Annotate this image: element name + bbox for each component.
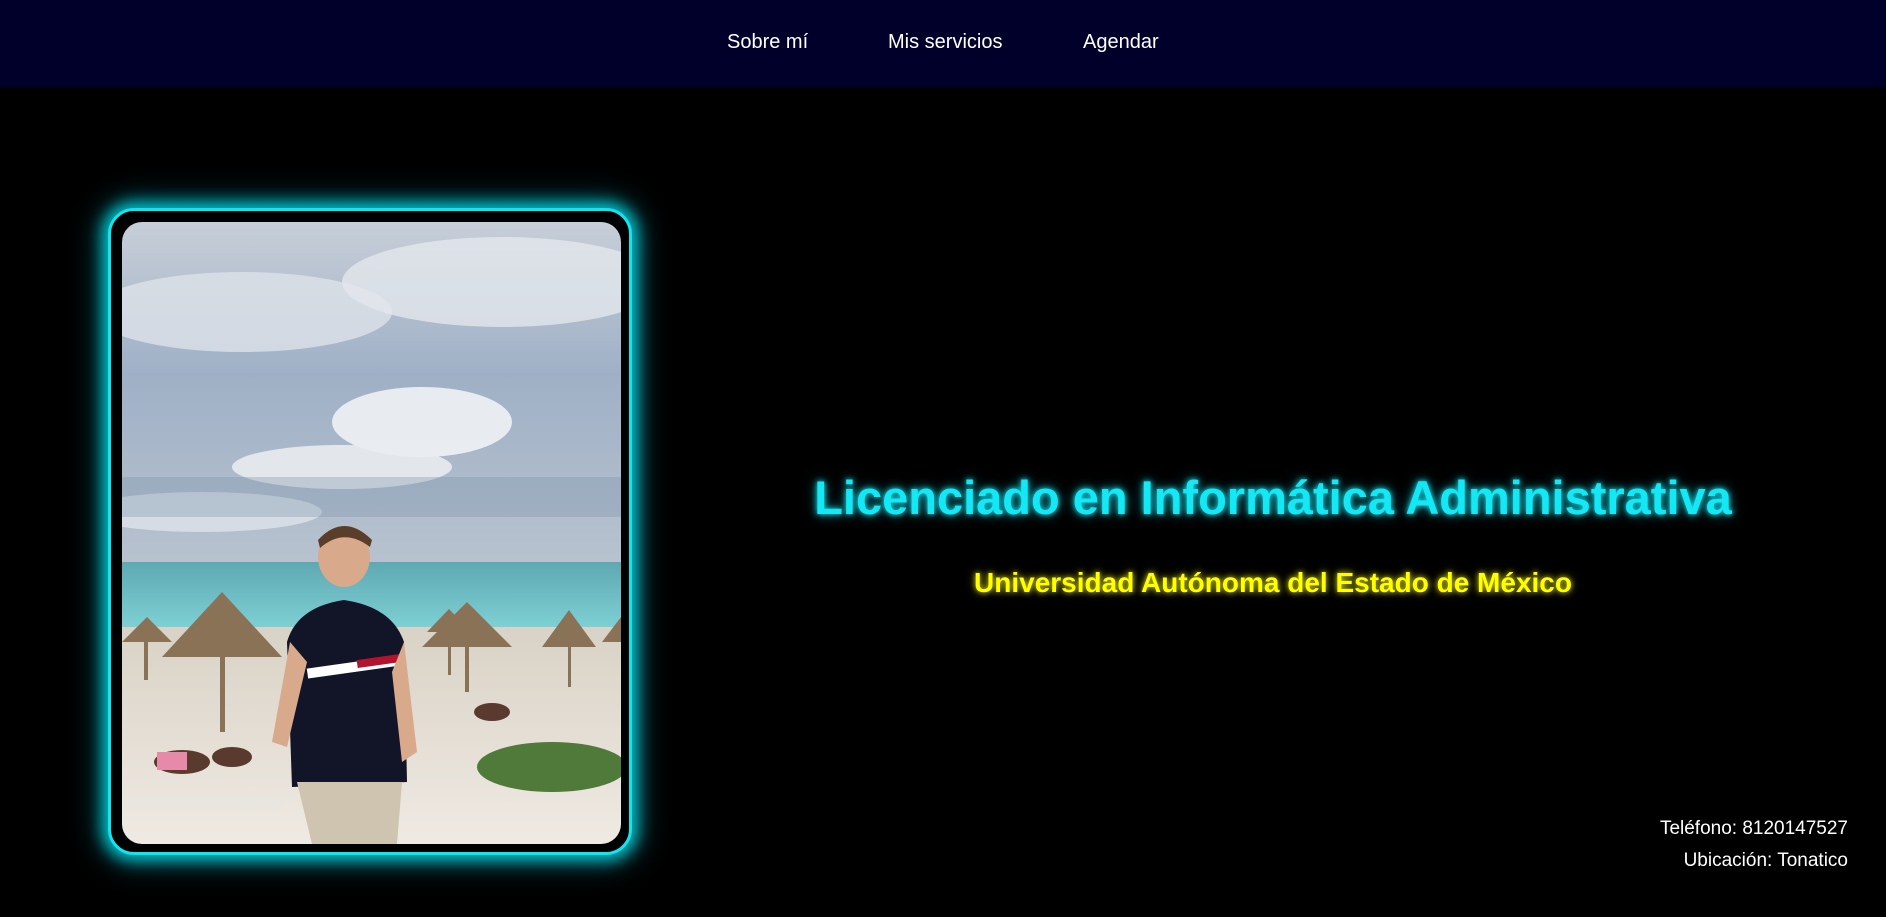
contact-phone: Teléfono: 8120147527 [1659,818,1848,839]
nav-link-sobre-mi[interactable]: Sobre mí [727,30,808,54]
nav-link-mis-servicios[interactable]: Mis servicios [888,30,1002,54]
hero-subtitle: Universidad Autónoma del Estado de Méxic… [974,567,1572,598]
profile-photo [122,222,621,844]
profile-photo-frame [108,208,632,855]
contact-location: Ubicación: Tonatico [1683,850,1848,871]
nav-link-agendar[interactable]: Agendar [1083,30,1159,54]
hero-title: Licenciado en Informática Administrativa [814,471,1732,524]
top-navbar: Sobre mí Mis servicios Agendar [0,0,1886,87]
